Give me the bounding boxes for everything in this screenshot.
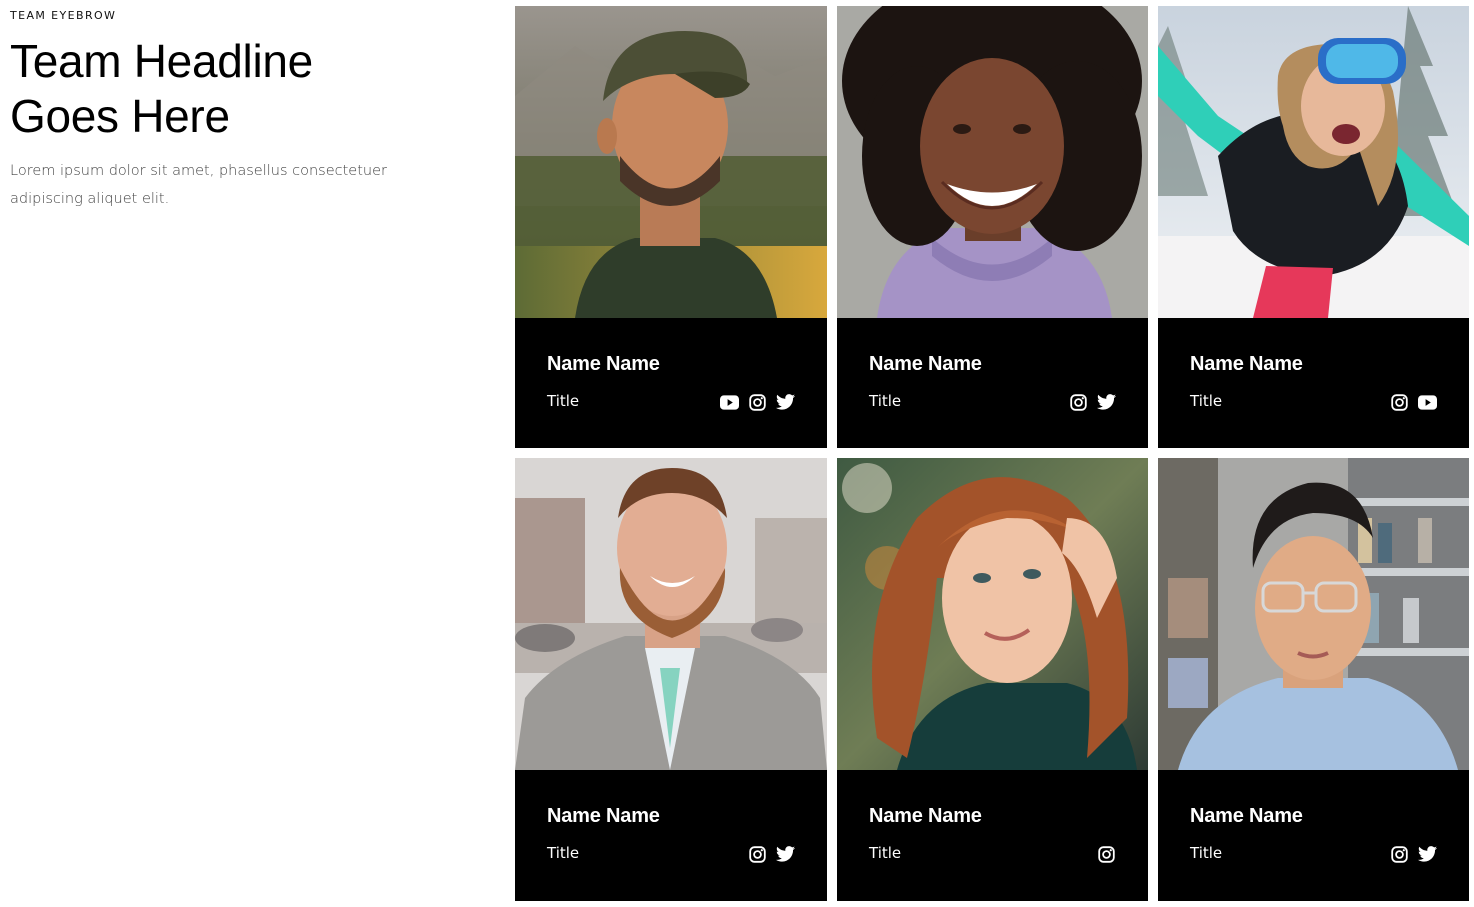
social-links [1390, 393, 1437, 411]
team-intro: TEAM EYEBROW Team Headline Goes Here Lor… [10, 8, 430, 213]
member-title: Title [869, 392, 902, 410]
member-title: Title [547, 392, 580, 410]
member-name: Name Name [1190, 353, 1303, 375]
social-links [1390, 845, 1437, 863]
member-title: Title [1190, 844, 1223, 862]
team-grid: Name Name Title Name Name Title Name Nam… [515, 6, 1469, 901]
instagram-icon[interactable] [1069, 393, 1088, 411]
instagram-icon[interactable] [748, 845, 767, 863]
member-photo [1158, 6, 1469, 318]
member-photo [837, 6, 1148, 318]
instagram-icon[interactable] [1097, 845, 1116, 863]
team-eyebrow: TEAM EYEBROW [10, 9, 117, 22]
team-member-card: Name Name Title [1158, 458, 1469, 901]
team-member-card: Name Name Title [1158, 6, 1469, 448]
team-description: Lorem ipsum dolor sit amet, phasellus co… [10, 163, 387, 207]
member-name: Name Name [547, 805, 660, 827]
member-info: Name Name Title [1158, 770, 1469, 901]
member-name: Name Name [1190, 805, 1303, 827]
member-photo [1158, 458, 1469, 770]
member-info: Name Name Title [515, 770, 827, 901]
member-title: Title [869, 844, 902, 862]
instagram-icon[interactable] [1390, 393, 1409, 411]
instagram-icon[interactable] [748, 393, 767, 411]
twitter-icon[interactable] [1418, 845, 1437, 863]
twitter-icon[interactable] [1097, 393, 1116, 411]
headline-line-2: Goes Here [10, 90, 230, 142]
member-photo [515, 6, 827, 318]
twitter-icon[interactable] [776, 845, 795, 863]
team-member-card: Name Name Title [515, 6, 827, 448]
member-photo [515, 458, 827, 770]
social-links [748, 845, 795, 863]
member-info: Name Name Title [837, 770, 1148, 901]
team-member-card: Name Name Title [837, 6, 1148, 448]
headline-line-1: Team Headline [10, 35, 313, 87]
team-member-card: Name Name Title [837, 458, 1148, 901]
member-info: Name Name Title [1158, 318, 1469, 448]
team-member-card: Name Name Title [515, 458, 827, 901]
member-title: Title [1190, 392, 1223, 410]
member-photo [837, 458, 1148, 770]
member-info: Name Name Title [515, 318, 827, 448]
youtube-icon[interactable] [1418, 393, 1437, 411]
member-name: Name Name [547, 353, 660, 375]
social-links [1069, 393, 1116, 411]
twitter-icon[interactable] [776, 393, 795, 411]
member-title: Title [547, 844, 580, 862]
instagram-icon[interactable] [1390, 845, 1409, 863]
member-name: Name Name [869, 353, 982, 375]
social-links [1097, 845, 1116, 863]
team-headline: Team Headline Goes Here [10, 34, 430, 144]
member-name: Name Name [869, 805, 982, 827]
social-links [720, 393, 795, 411]
youtube-icon[interactable] [720, 393, 739, 411]
member-info: Name Name Title [837, 318, 1148, 448]
